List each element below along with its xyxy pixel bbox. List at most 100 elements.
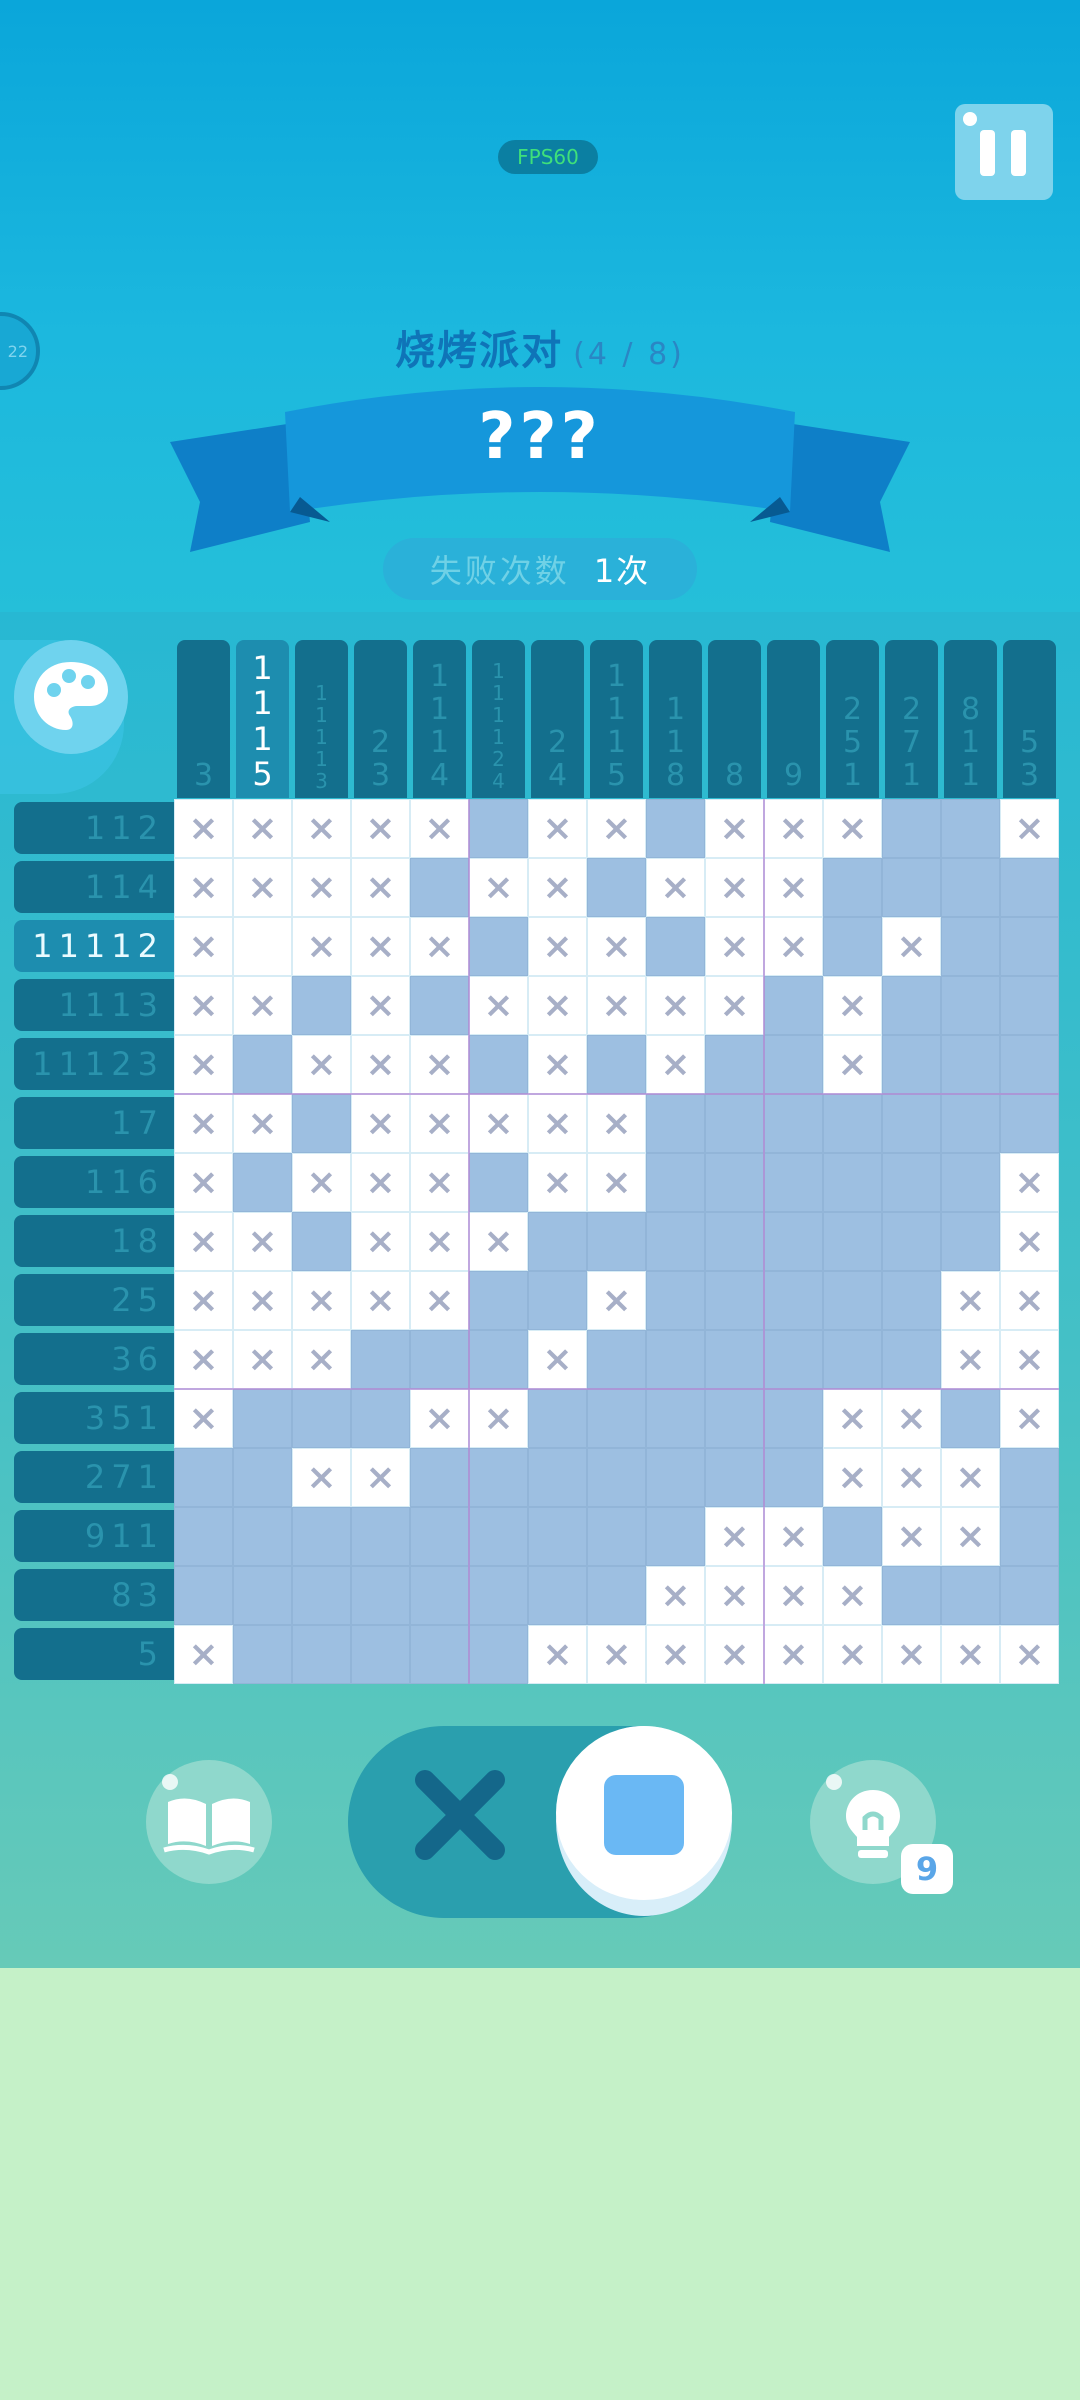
crossed-cell[interactable] (705, 1507, 764, 1566)
filled-cell[interactable] (587, 1566, 646, 1625)
crossed-cell[interactable] (823, 1035, 882, 1094)
crossed-cell[interactable] (233, 1212, 292, 1271)
crossed-cell[interactable] (705, 1625, 764, 1684)
crossed-cell[interactable] (410, 1271, 469, 1330)
crossed-cell[interactable] (764, 858, 823, 917)
filled-cell[interactable] (351, 1389, 410, 1448)
crossed-cell[interactable] (705, 799, 764, 858)
filled-cell[interactable] (469, 1035, 528, 1094)
filled-cell[interactable] (646, 917, 705, 976)
filled-cell[interactable] (410, 1625, 469, 1684)
filled-cell[interactable] (292, 976, 351, 1035)
filled-cell[interactable] (764, 1153, 823, 1212)
filled-cell[interactable] (351, 1566, 410, 1625)
filled-cell[interactable] (351, 1625, 410, 1684)
crossed-cell[interactable] (292, 1448, 351, 1507)
filled-cell[interactable] (233, 1448, 292, 1507)
crossed-cell[interactable] (587, 1625, 646, 1684)
filled-cell[interactable] (764, 1035, 823, 1094)
filled-cell[interactable] (646, 799, 705, 858)
crossed-cell[interactable] (1000, 1330, 1059, 1389)
filled-cell[interactable] (941, 976, 1000, 1035)
crossed-cell[interactable] (764, 1625, 823, 1684)
crossed-cell[interactable] (351, 976, 410, 1035)
crossed-cell[interactable] (174, 799, 233, 858)
crossed-cell[interactable] (1000, 1212, 1059, 1271)
crossed-cell[interactable] (233, 799, 292, 858)
filled-cell[interactable] (410, 858, 469, 917)
filled-cell[interactable] (233, 1153, 292, 1212)
filled-cell[interactable] (1000, 1566, 1059, 1625)
crossed-cell[interactable] (410, 799, 469, 858)
filled-cell[interactable] (233, 1566, 292, 1625)
crossed-cell[interactable] (764, 799, 823, 858)
filled-cell[interactable] (646, 1271, 705, 1330)
filled-cell[interactable] (528, 1212, 587, 1271)
crossed-cell[interactable] (528, 1330, 587, 1389)
filled-cell[interactable] (646, 1389, 705, 1448)
crossed-cell[interactable] (882, 1448, 941, 1507)
crossed-cell[interactable] (1000, 799, 1059, 858)
crossed-cell[interactable] (292, 1330, 351, 1389)
filled-cell[interactable] (587, 1448, 646, 1507)
crossed-cell[interactable] (1000, 1153, 1059, 1212)
filled-cell[interactable] (764, 1389, 823, 1448)
filled-cell[interactable] (764, 976, 823, 1035)
filled-cell[interactable] (292, 1625, 351, 1684)
crossed-cell[interactable] (528, 799, 587, 858)
filled-cell[interactable] (410, 1507, 469, 1566)
crossed-cell[interactable] (823, 799, 882, 858)
filled-cell[interactable] (528, 1389, 587, 1448)
crossed-cell[interactable] (587, 1094, 646, 1153)
filled-cell[interactable] (410, 1566, 469, 1625)
filled-cell[interactable] (941, 1153, 1000, 1212)
crossed-cell[interactable] (469, 976, 528, 1035)
crossed-cell[interactable] (351, 1094, 410, 1153)
filled-cell[interactable] (941, 799, 1000, 858)
filled-cell[interactable] (233, 1507, 292, 1566)
empty-cell[interactable] (233, 917, 292, 976)
crossed-cell[interactable] (174, 1035, 233, 1094)
crossed-cell[interactable] (351, 1153, 410, 1212)
crossed-cell[interactable] (1000, 1625, 1059, 1684)
pause-button[interactable] (955, 104, 1053, 200)
filled-cell[interactable] (646, 1330, 705, 1389)
crossed-cell[interactable] (351, 917, 410, 976)
filled-cell[interactable] (469, 1507, 528, 1566)
filled-cell[interactable] (705, 1035, 764, 1094)
filled-cell[interactable] (587, 1507, 646, 1566)
crossed-cell[interactable] (646, 976, 705, 1035)
crossed-cell[interactable] (528, 1035, 587, 1094)
crossed-cell[interactable] (174, 917, 233, 976)
crossed-cell[interactable] (705, 858, 764, 917)
crossed-cell[interactable] (292, 917, 351, 976)
filled-cell[interactable] (1000, 1094, 1059, 1153)
filled-cell[interactable] (882, 1271, 941, 1330)
filled-cell[interactable] (469, 1330, 528, 1389)
filled-cell[interactable] (587, 1330, 646, 1389)
filled-cell[interactable] (882, 976, 941, 1035)
filled-cell[interactable] (882, 1035, 941, 1094)
filled-cell[interactable] (764, 1448, 823, 1507)
crossed-cell[interactable] (351, 1035, 410, 1094)
filled-cell[interactable] (823, 858, 882, 917)
filled-cell[interactable] (705, 1330, 764, 1389)
filled-cell[interactable] (1000, 1448, 1059, 1507)
filled-cell[interactable] (705, 1153, 764, 1212)
crossed-cell[interactable] (469, 1389, 528, 1448)
filled-cell[interactable] (882, 1153, 941, 1212)
filled-cell[interactable] (941, 1035, 1000, 1094)
filled-cell[interactable] (469, 1271, 528, 1330)
crossed-cell[interactable] (174, 1153, 233, 1212)
filled-cell[interactable] (233, 1035, 292, 1094)
filled-cell[interactable] (1000, 858, 1059, 917)
crossed-cell[interactable] (174, 858, 233, 917)
crossed-cell[interactable] (587, 1271, 646, 1330)
crossed-cell[interactable] (764, 1507, 823, 1566)
crossed-cell[interactable] (174, 1212, 233, 1271)
crossed-cell[interactable] (469, 1212, 528, 1271)
crossed-cell[interactable] (174, 1271, 233, 1330)
crossed-cell[interactable] (587, 976, 646, 1035)
filled-cell[interactable] (941, 1389, 1000, 1448)
filled-cell[interactable] (469, 1566, 528, 1625)
